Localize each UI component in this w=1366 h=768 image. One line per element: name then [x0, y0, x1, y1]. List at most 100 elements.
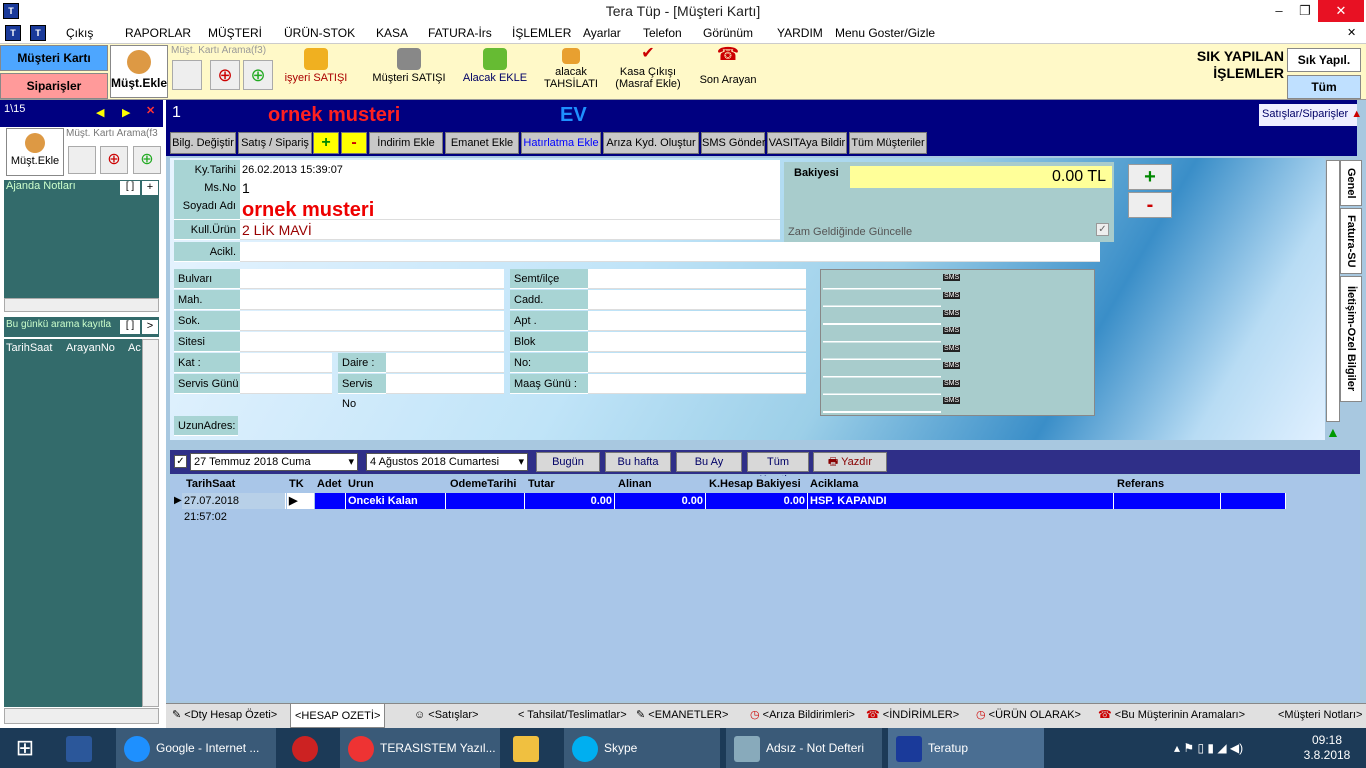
tab-ariza-olustur[interactable]: Arıza Kyd. Oluştur	[603, 132, 699, 154]
left-must-ekle-button[interactable]: Müşt.Ekle	[6, 128, 64, 176]
menu-yardim[interactable]: YARDIM	[777, 26, 823, 40]
sik-yapil-button[interactable]: Sık Yapıl.	[1287, 48, 1361, 72]
menu-ayarlar[interactable]: Ayarlar	[583, 26, 621, 40]
tab-sms-gonder[interactable]: SMS Gönder	[701, 132, 766, 154]
tum-islemler-button[interactable]: Tüm İşlemler	[1287, 75, 1361, 116]
scroll-up-icon[interactable]: ▲	[1326, 424, 1340, 440]
alacak-tahsilati-button[interactable]: alacak TAHSİLATI	[540, 48, 602, 90]
arama-next-button[interactable]: >	[142, 320, 158, 334]
filter-checkbox[interactable]: ✓	[174, 455, 187, 468]
tab-genel[interactable]: Genel	[1340, 160, 1362, 206]
close-button[interactable]: ✕	[1318, 0, 1364, 22]
tab-tahsilat[interactable]: < Tahsilat/Teslimatlar>	[514, 706, 631, 726]
cell-extra[interactable]	[1221, 493, 1286, 509]
yazdir-button[interactable]: 🖶 Yazdır	[813, 452, 887, 472]
sms-icon[interactable]: SMS	[943, 397, 961, 404]
tab-emanet-ekle[interactable]: Emanet Ekle	[445, 132, 519, 154]
tab-remove-button[interactable]: -	[341, 132, 367, 154]
table-row[interactable]: ▶ 27.07.2018 21:57:02 ▶ Onceki Kalan 0.0…	[170, 493, 1286, 523]
tab-tum-musteriler[interactable]: Tüm Müşteriler	[849, 132, 927, 154]
blok-value[interactable]	[588, 332, 806, 352]
alacak-ekle-button[interactable]: Alacak EKLE	[462, 48, 528, 84]
menu-cikis[interactable]: Çıkış	[66, 26, 93, 40]
tab-iletisim[interactable]: İletişim-Ozel Bilgiler	[1340, 276, 1362, 402]
menu-telefon[interactable]: Telefon	[643, 26, 682, 40]
msno-value[interactable]: 1	[240, 178, 780, 198]
kasa-cikisi-button[interactable]: ✔ Kasa Çıkışı (Masraf Ekle)	[612, 46, 684, 91]
menu-goster-gizle[interactable]: Menu Goster/Gizle	[835, 26, 935, 40]
menu-fatura[interactable]: FATURA-İrs	[428, 26, 492, 40]
tab-ariza[interactable]: ◷ <Arıza Bildirimleri>	[746, 706, 859, 726]
bu-ay-button[interactable]: Bu Ay	[676, 452, 742, 472]
soyadi-value[interactable]: ornek musteri	[240, 196, 780, 221]
ajanda-bracket-button[interactable]: [ ]	[120, 181, 140, 195]
tab-emanetler[interactable]: ✎ <EMANETLER>	[632, 706, 732, 726]
bakiye-minus-button[interactable]: -	[1128, 192, 1172, 218]
tab-add-button[interactable]: +	[313, 132, 339, 154]
tab-hesap-ozeti[interactable]: <HESAP OZETİ>	[290, 704, 386, 728]
bakiye-plus-button[interactable]: +	[1128, 164, 1172, 190]
kat-value[interactable]	[240, 353, 332, 373]
no-value[interactable]	[588, 353, 806, 373]
arama-hscroll[interactable]	[4, 708, 159, 724]
cell-referans[interactable]	[1114, 493, 1221, 509]
servis-no-value[interactable]	[386, 374, 504, 394]
menu-close-icon[interactable]: ✕	[1347, 26, 1356, 39]
sitesi-value[interactable]	[240, 332, 504, 352]
doc-icon[interactable]: T	[5, 25, 21, 41]
tab-bilg-degistir[interactable]: Bilg. Değiştir	[170, 132, 236, 154]
arama-grid[interactable]: TarihSaat ArayanNo Ac	[4, 339, 142, 707]
ajanda-hscroll[interactable]	[4, 298, 159, 312]
tab-dty-hesap[interactable]: ✎ <Dty Hesap Özeti>	[168, 706, 281, 726]
tab-fatura-su[interactable]: Fatura-SU	[1340, 208, 1362, 274]
cell-alinan[interactable]: 0.00	[615, 493, 706, 509]
cell-bakiye[interactable]: 0.00	[706, 493, 808, 509]
form-vscroll[interactable]	[1326, 160, 1340, 422]
taskbar-notepad[interactable]: Adsız - Not Defteri	[726, 728, 882, 768]
taskbar-chrome[interactable]: TERASISTEM Yazıl...	[340, 728, 500, 768]
semt-value[interactable]	[588, 269, 806, 289]
tab-satis-siparis[interactable]: Satış / Sipariş	[238, 132, 312, 154]
zam-checkbox[interactable]: ✓	[1096, 223, 1109, 236]
menu-musteri[interactable]: MÜŞTERİ	[208, 26, 262, 40]
cell-odemetarihi[interactable]	[446, 493, 525, 509]
sms-icon[interactable]: SMS	[943, 310, 961, 317]
bu-hafta-button[interactable]: Bu hafta	[605, 452, 671, 472]
left-zoom-icon[interactable]: ⊕	[133, 146, 161, 174]
search-user-icon[interactable]	[172, 60, 202, 90]
word-taskbar[interactable]	[58, 728, 106, 768]
musteri-satisi-button[interactable]: Müşteri SATIŞI	[367, 48, 451, 84]
app-taskbar[interactable]	[284, 728, 332, 768]
sok-value[interactable]	[240, 311, 504, 331]
menu-kasa[interactable]: KASA	[376, 26, 408, 40]
menu-raporlar[interactable]: RAPORLAR	[125, 26, 191, 40]
phone-list-rows[interactable]	[823, 272, 941, 413]
cell-tarihsaat[interactable]: 27.07.2018 21:57:02	[182, 493, 286, 523]
arama-vscroll[interactable]	[142, 339, 159, 707]
daire-value[interactable]	[386, 353, 504, 373]
date-to-select[interactable]: 4 Ağustos 2018 Cumartesi ▾	[366, 453, 528, 471]
son-arayan-button[interactable]: ☎ Son Arayan	[696, 45, 760, 86]
tab-musteri-notlari[interactable]: <Müşteri Notları>	[1274, 706, 1366, 726]
sms-icon[interactable]: SMS	[943, 292, 961, 299]
sms-icon[interactable]: SMS	[943, 327, 961, 334]
left-search-icon[interactable]: ⊕	[100, 146, 128, 174]
bulvari-value[interactable]	[240, 269, 504, 289]
ajanda-grid[interactable]: Ajanda Notları [ ] +	[4, 180, 159, 298]
maas-gunu-value[interactable]	[588, 374, 806, 394]
left-search-user-icon[interactable]	[68, 146, 96, 174]
zoom-in-icon[interactable]: ⊕	[243, 60, 273, 90]
clock[interactable]: 09:18 3.8.2018	[1296, 728, 1358, 768]
taskbar-ie[interactable]: Google - Internet ...	[116, 728, 276, 768]
menu-gorunum[interactable]: Görünüm	[703, 26, 753, 40]
cell-adet[interactable]	[315, 493, 346, 509]
apt-value[interactable]	[588, 311, 806, 331]
tab-hatirlatma-ekle[interactable]: Hatırlatma Ekle	[521, 132, 601, 154]
isyeri-satisi-button[interactable]: işyeri SATIŞI	[280, 48, 352, 84]
aciklama-value[interactable]	[240, 242, 1100, 262]
cell-tutar[interactable]: 0.00	[525, 493, 615, 509]
tab-aramalar[interactable]: ☎ <Bu Müşterinin Aramaları>	[1094, 706, 1249, 726]
mah-value[interactable]	[240, 290, 504, 310]
kytarihi-value[interactable]: 26.02.2013 15:39:07	[240, 160, 780, 180]
cadd-value[interactable]	[588, 290, 806, 310]
